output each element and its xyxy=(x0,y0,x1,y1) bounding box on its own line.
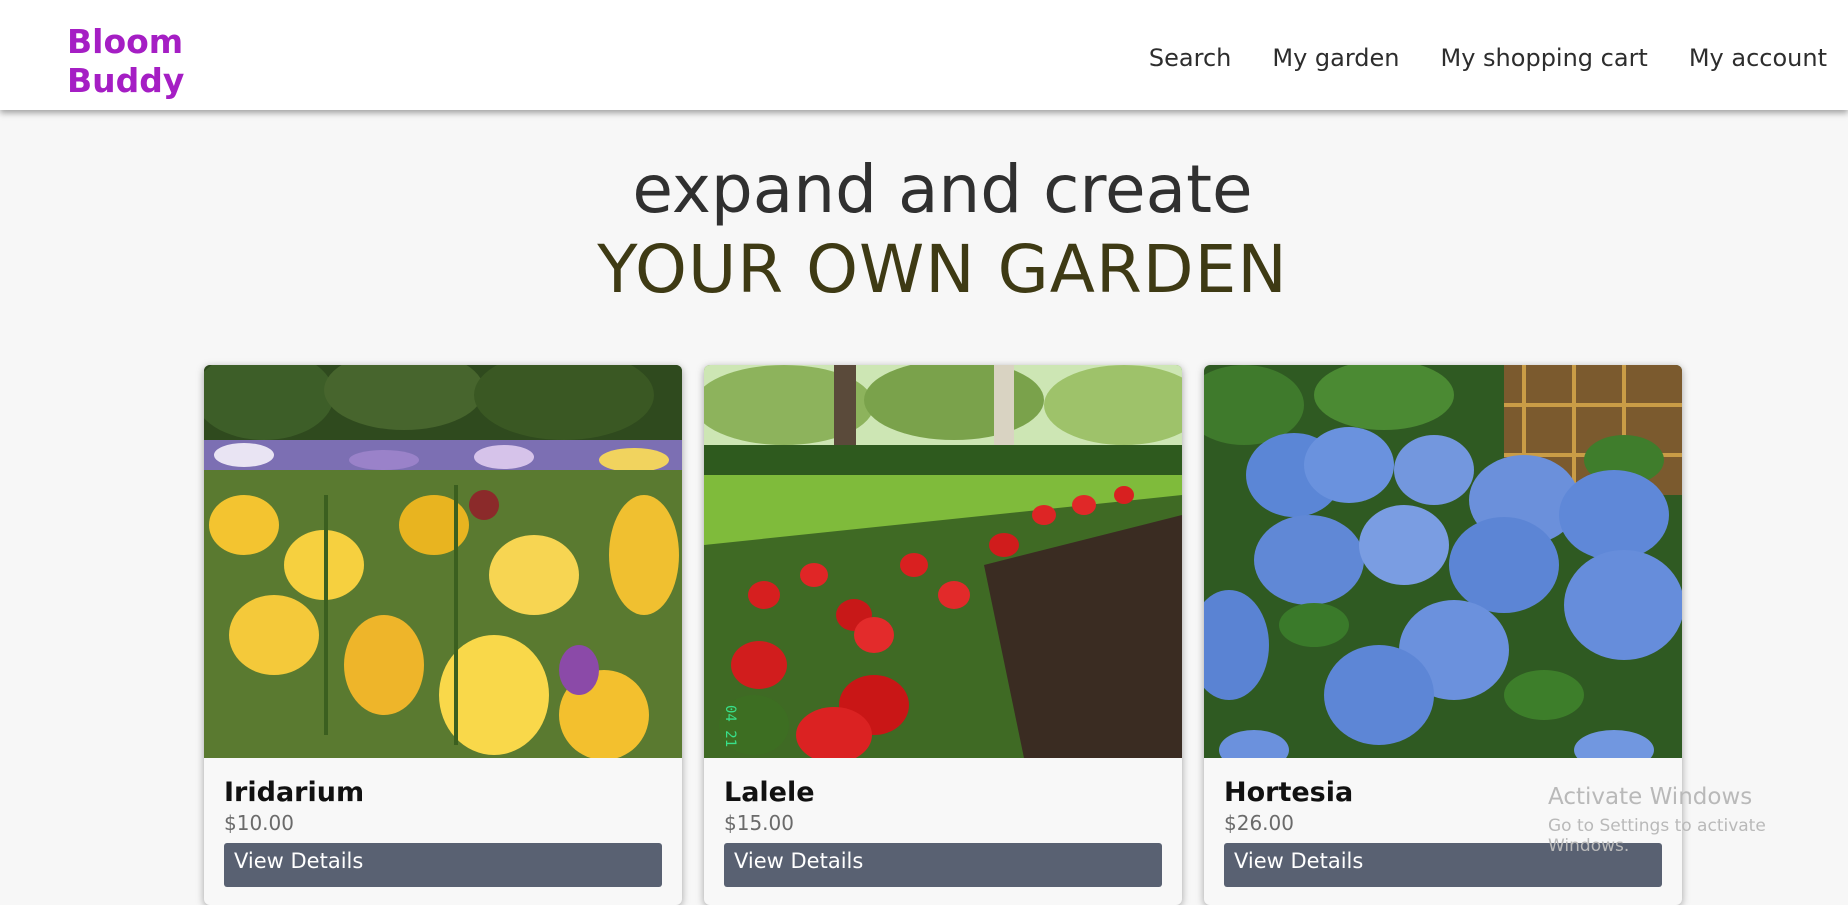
product-name: Hortesia xyxy=(1224,777,1354,808)
product-image-hortesia[interactable] xyxy=(1204,365,1682,758)
view-details-button[interactable]: View Details xyxy=(224,843,662,887)
brand-line-2: Buddy xyxy=(67,61,185,100)
photo-date-stamp: 04 21 xyxy=(722,705,738,747)
hero-title-line-2: YOUR OWN GARDEN xyxy=(597,231,1288,308)
product-image-iridarium[interactable] xyxy=(204,365,682,758)
hero-banner: expand and create YOUR OWN GARDEN xyxy=(0,150,1848,310)
product-price: $10.00 xyxy=(224,811,294,835)
product-name: Iridarium xyxy=(224,777,365,808)
nav-my-garden-link[interactable]: My garden xyxy=(1272,44,1399,72)
nav-shopping-cart-link[interactable]: My shopping cart xyxy=(1441,44,1648,72)
brand-line-1: Bloom xyxy=(67,22,184,61)
product-price: $15.00 xyxy=(724,811,794,835)
main-nav: Search My garden My shopping cart My acc… xyxy=(1149,44,1827,72)
brand-logo[interactable]: Bloom Buddy xyxy=(67,22,217,100)
product-image-lalele[interactable]: 04 21 xyxy=(704,365,1182,758)
watermark-title: Activate Windows xyxy=(1548,784,1753,810)
watermark-subtitle: Go to Settings to activate Windows. xyxy=(1548,816,1766,856)
nav-my-account-link[interactable]: My account xyxy=(1689,44,1827,72)
product-card-iridarium[interactable]: Iridarium $10.00 View Details xyxy=(204,365,682,905)
product-name: Lalele xyxy=(724,777,815,808)
view-details-button[interactable]: View Details xyxy=(724,843,1162,887)
product-price: $26.00 xyxy=(1224,811,1294,835)
activate-windows-watermark: Activate Windows Go to Settings to activ… xyxy=(1548,784,1848,856)
top-navigation-bar: Bloom Buddy Search My garden My shopping… xyxy=(0,0,1848,110)
product-card-lalele[interactable]: 04 21 Lalele $15.00 View Details xyxy=(704,365,1182,905)
nav-search-link[interactable]: Search xyxy=(1149,44,1231,72)
hero-title-line-1: expand and create xyxy=(632,151,1253,228)
